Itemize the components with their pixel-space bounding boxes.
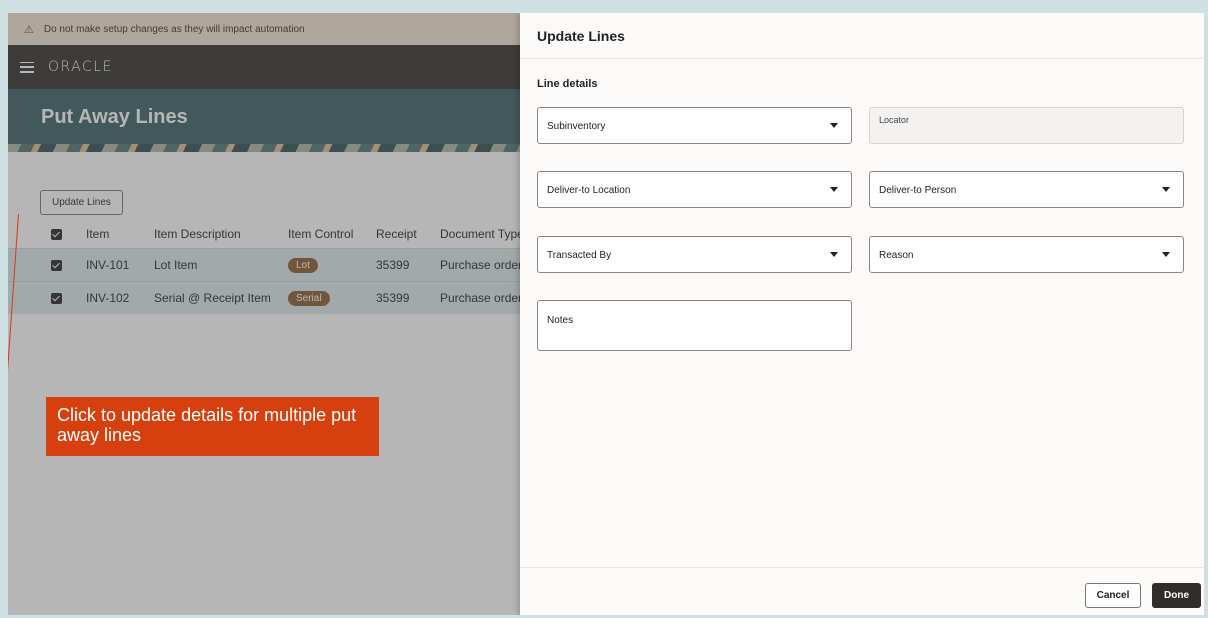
caret-down-icon xyxy=(1162,187,1170,192)
deliver-to-person-select[interactable]: Deliver-to Person xyxy=(869,171,1184,208)
subinventory-label: Subinventory xyxy=(547,121,606,132)
notes-textarea[interactable]: Notes xyxy=(537,300,852,351)
screen-frame: ⚠ Do not make setup changes as they will… xyxy=(8,13,1204,615)
locator-field: Locator xyxy=(869,107,1184,144)
notes-label: Notes xyxy=(547,315,574,326)
drawer-title: Update Lines xyxy=(537,28,625,44)
cancel-button[interactable]: Cancel xyxy=(1085,583,1141,608)
modal-overlay[interactable] xyxy=(8,13,520,615)
transacted-by-label: Transacted By xyxy=(547,250,612,261)
transacted-by-select[interactable]: Transacted By xyxy=(537,236,852,273)
reason-label: Reason xyxy=(879,250,914,261)
callout-tooltip: Click to update details for multiple put… xyxy=(46,397,379,456)
update-lines-drawer: Update Lines Line details Subinventory L… xyxy=(520,13,1204,615)
reason-select[interactable]: Reason xyxy=(869,236,1184,273)
caret-down-icon xyxy=(1162,252,1170,257)
subinventory-select[interactable]: Subinventory xyxy=(537,107,852,144)
section-title: Line details xyxy=(537,78,598,90)
done-button[interactable]: Done xyxy=(1152,583,1201,608)
drawer-divider xyxy=(520,58,1204,59)
footer-divider xyxy=(520,567,1204,568)
deliver-to-location-label: Deliver-to Location xyxy=(547,185,631,196)
caret-down-icon xyxy=(830,123,838,128)
caret-down-icon xyxy=(830,187,838,192)
caret-down-icon xyxy=(830,252,838,257)
locator-label: Locator xyxy=(879,115,910,125)
deliver-to-person-label: Deliver-to Person xyxy=(879,185,957,196)
deliver-to-location-select[interactable]: Deliver-to Location xyxy=(537,171,852,208)
put-away-app: ⚠ Do not make setup changes as they will… xyxy=(8,13,538,615)
